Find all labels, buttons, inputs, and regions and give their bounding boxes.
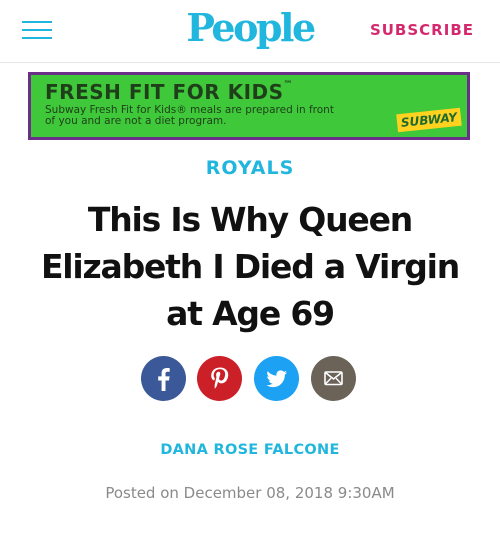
subway-logo: SUBWAY: [396, 107, 462, 133]
section-label[interactable]: ROYALS: [0, 157, 500, 179]
posted-date: Posted on December 08, 2018 9:30AM: [105, 484, 395, 502]
pinterest-icon: [211, 367, 229, 389]
email-share-button[interactable]: [311, 356, 356, 401]
ad-trademark: ™: [283, 80, 294, 90]
subscribe-button[interactable]: SUBSCRIBE: [370, 21, 474, 39]
twitter-share-button[interactable]: [254, 356, 299, 401]
twitter-icon: [266, 370, 287, 388]
author-byline[interactable]: DANA ROSE FALCONE: [0, 442, 500, 458]
subway-ad-banner[interactable]: FRESH FIT FOR KIDS™ Subway Fresh Fit for…: [28, 72, 470, 140]
facebook-icon: [158, 368, 170, 391]
article-headline: This Is Why Queen Elizabeth I Died a Vir…: [40, 200, 460, 333]
email-icon: [324, 371, 343, 386]
ad-title: FRESH FIT FOR KIDS™: [45, 80, 293, 104]
ad-title-text: FRESH FIT FOR KIDS: [45, 80, 284, 104]
site-header: People SUBSCRIBE: [0, 0, 500, 63]
ad-text: Subway Fresh Fit for Kids® meals are pre…: [45, 104, 334, 127]
facebook-share-button[interactable]: [141, 356, 186, 401]
pinterest-share-button[interactable]: [197, 356, 242, 401]
share-buttons: [141, 356, 361, 402]
